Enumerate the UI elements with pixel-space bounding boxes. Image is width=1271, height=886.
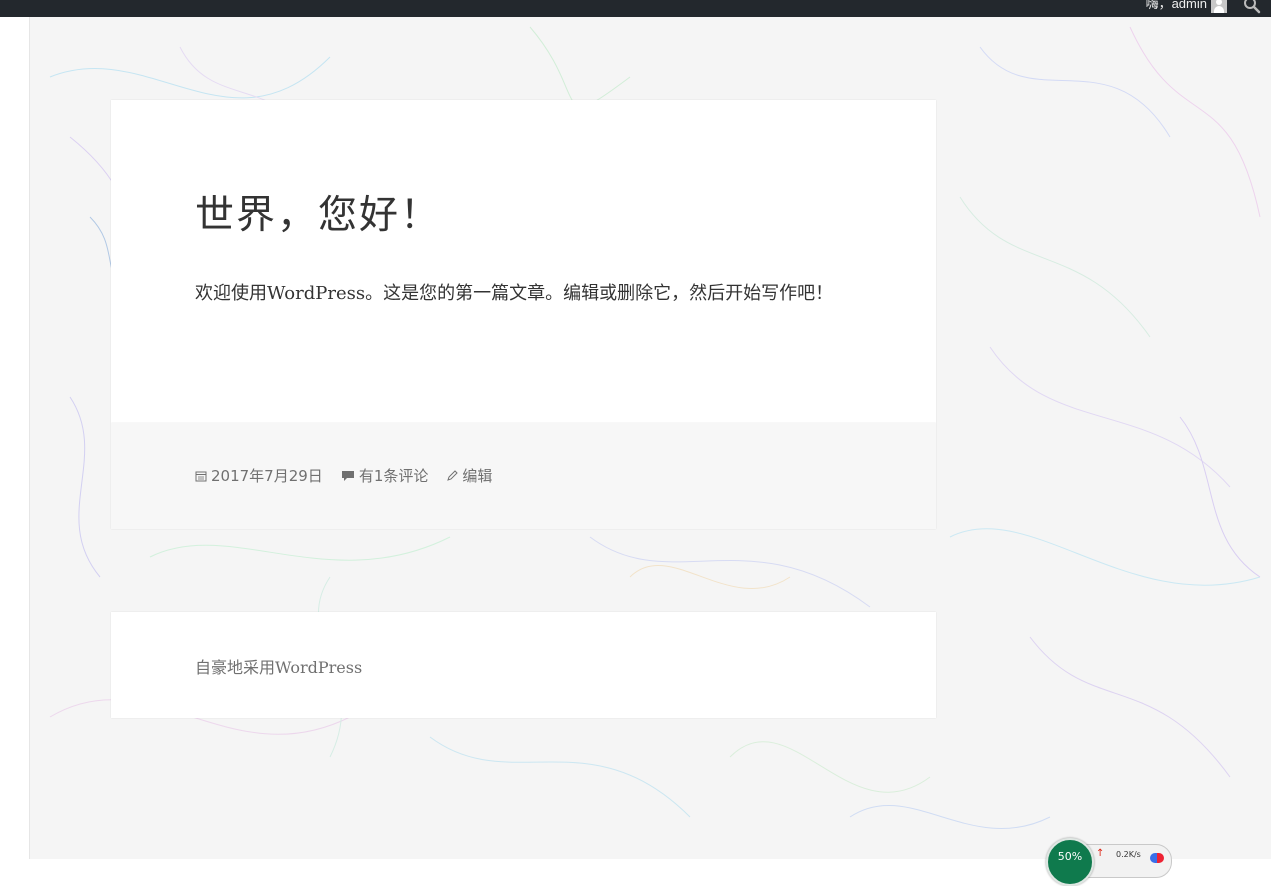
post-meta-footer: 2017年7月29日 有1条评论 编辑 — [111, 423, 936, 529]
post-content: 欢迎使用WordPress。这是您的第一篇文章。编辑或删除它，然后开始写作吧！ — [195, 283, 834, 304]
comments-link[interactable]: 有1条评论 — [341, 465, 429, 486]
greeting-text[interactable]: 嗨，admin — [1146, 0, 1207, 12]
network-speed: 0.2K/s — [1116, 850, 1141, 859]
entry-meta: 2017年7月29日 有1条评论 编辑 — [195, 465, 510, 486]
post-date-link[interactable]: 2017年7月29日 — [195, 465, 323, 486]
post-date[interactable]: 2017年7月29日 — [211, 465, 323, 486]
network-monitor-widget[interactable]: 50% ↑ 0.2K/s — [1046, 838, 1172, 886]
search-icon[interactable] — [1243, 0, 1261, 14]
memory-usage-indicator[interactable]: 50% — [1046, 838, 1094, 886]
comment-icon — [341, 470, 354, 481]
comments-count[interactable]: 有1条评论 — [359, 465, 429, 486]
edit-link[interactable]: 编辑 — [446, 465, 492, 486]
upload-arrow-icon: ↑ — [1096, 848, 1105, 859]
powered-by-link[interactable]: 自豪地采用WordPress — [195, 654, 362, 678]
edit-label[interactable]: 编辑 — [462, 465, 492, 486]
pencil-icon — [447, 469, 459, 481]
post-card: 世界，您好！ 欢迎使用WordPress。这是您的第一篇文章。编辑或删除它，然后… — [111, 100, 936, 423]
calendar-icon — [195, 471, 207, 481]
accelerate-icon[interactable] — [1150, 853, 1164, 863]
sidebar-strip — [0, 17, 30, 859]
post-title[interactable]: 世界，您好！ — [195, 184, 441, 240]
site-footer: 自豪地采用WordPress — [111, 612, 936, 718]
admin-bar: 嗨，admin — [0, 0, 1271, 17]
user-avatar-icon[interactable] — [1211, 0, 1227, 13]
my-account-menu[interactable]: 嗨，admin — [1146, 0, 1227, 13]
